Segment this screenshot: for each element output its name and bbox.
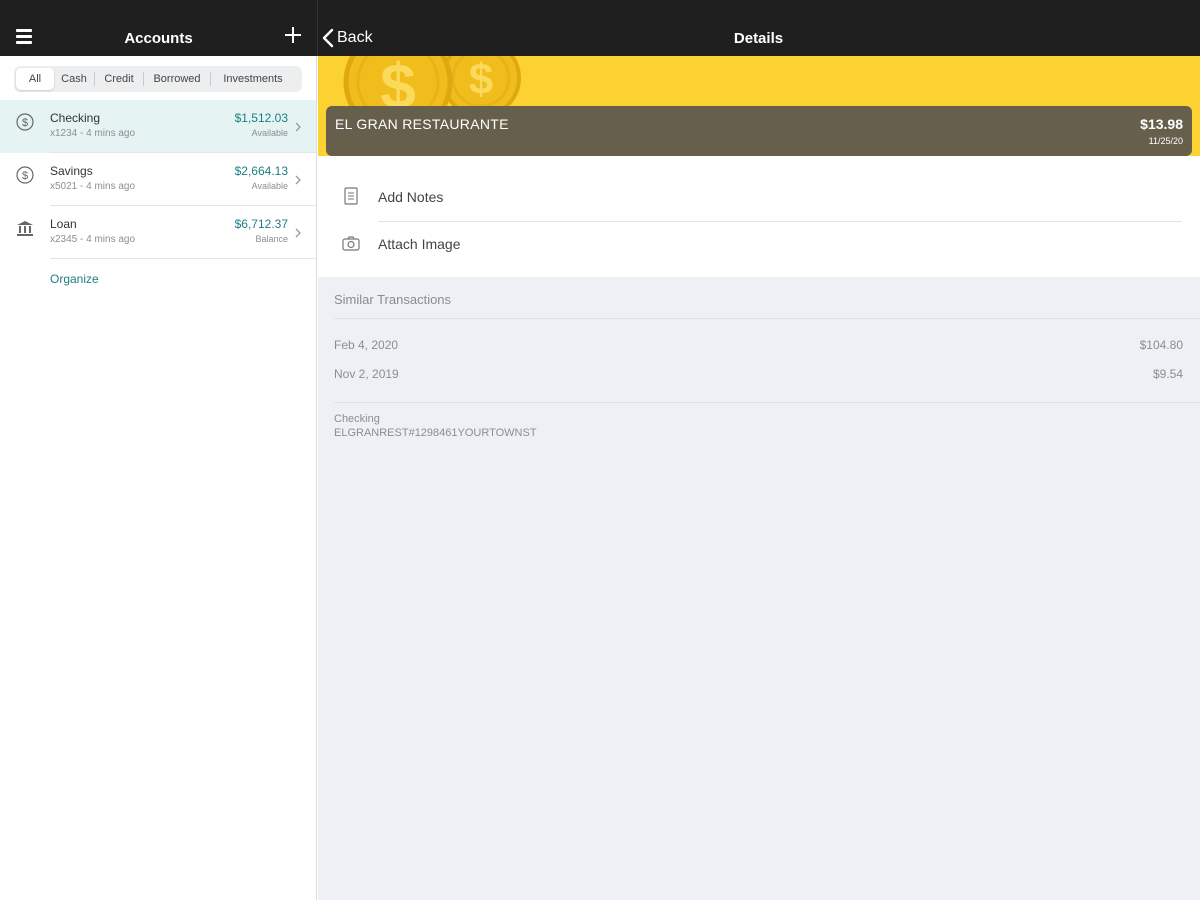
filter-credit[interactable]: Credit [95, 68, 143, 90]
transaction-merchant: EL GRAN RESTAURANTE [335, 116, 509, 132]
header-divider [317, 0, 318, 56]
account-amount: $6,712.37 [234, 217, 288, 231]
organize-link[interactable]: Organize [50, 272, 99, 286]
account-subtitle: x2345 - 4 mins ago [50, 234, 136, 245]
transaction-account-name: Checking [334, 413, 380, 425]
similar-transaction-amount: $104.80 [1139, 338, 1183, 352]
account-amount-label: Available [251, 181, 288, 191]
similar-transaction-date: Nov 2, 2019 [334, 367, 399, 381]
chevron-right-icon [295, 175, 301, 185]
account-row-checking[interactable]: $ Checking x1234 - 4 mins ago $1,512.03 … [0, 100, 316, 153]
account-name: Savings [50, 164, 93, 178]
accounts-pane: All Cash Credit Borrowed Investments $ C… [0, 56, 317, 900]
account-amount-label: Available [251, 128, 288, 138]
notes-icon [344, 187, 358, 205]
filter-cash[interactable]: Cash [54, 68, 94, 90]
transaction-description: ELGRANREST#1298461YOURTOWNST [334, 427, 537, 439]
transaction-banner: $ $ EL GRAN RESTAURANTE $13.98 11/25/20 [318, 56, 1200, 156]
details-title: Details [733, 30, 784, 47]
account-row-savings[interactable]: $ Savings x5021 - 4 mins ago $2,664.13 A… [0, 153, 316, 206]
transaction-actions: Add Notes Attach Image [318, 156, 1200, 277]
account-name: Loan [50, 217, 77, 231]
similar-transaction-row[interactable]: Feb 4, 2020 $104.80 [334, 338, 1183, 358]
top-bar: Accounts Back Details [0, 0, 1200, 56]
attach-image-button[interactable]: Attach Image [318, 221, 1200, 267]
account-name: Checking [50, 111, 101, 125]
section-divider [334, 402, 1200, 403]
details-pane: $ $ EL GRAN RESTAURANTE $13.98 11/25/20 … [318, 56, 1200, 900]
row-divider [50, 258, 316, 259]
account-filter-segmented-control: All Cash Credit Borrowed Investments [14, 66, 302, 92]
account-amount: $1,512.03 [234, 111, 288, 125]
dollar-circle-icon: $ [16, 113, 34, 131]
add-account-button[interactable] [282, 24, 304, 46]
similar-transaction-amount: $9.54 [1152, 367, 1183, 381]
filter-borrowed[interactable]: Borrowed [144, 68, 210, 90]
svg-text:$: $ [22, 117, 28, 129]
account-list: $ Checking x1234 - 4 mins ago $1,512.03 … [0, 100, 316, 259]
filter-investments[interactable]: Investments [211, 68, 295, 90]
attach-image-label: Attach Image [378, 236, 461, 252]
chevron-right-icon [295, 122, 301, 132]
transaction-account-info: Checking ELGRANREST#1298461YOURTOWNST [334, 412, 537, 440]
transaction-amount: $13.98 [1140, 116, 1183, 132]
transaction-card: EL GRAN RESTAURANTE $13.98 11/25/20 [326, 106, 1192, 156]
add-notes-button[interactable]: Add Notes [318, 174, 1200, 220]
svg-text:$: $ [469, 56, 493, 104]
accounts-title: Accounts [124, 30, 193, 47]
similar-transaction-row[interactable]: Nov 2, 2019 $9.54 [334, 367, 1183, 387]
svg-text:$: $ [22, 170, 28, 182]
filter-all[interactable]: All [16, 68, 54, 90]
similar-transaction-date: Feb 4, 2020 [334, 338, 399, 352]
similar-transactions-title: Similar Transactions [334, 292, 452, 307]
plus-icon [285, 27, 301, 43]
bank-icon [17, 221, 33, 236]
account-subtitle: x1234 - 4 mins ago [50, 128, 136, 139]
chevron-right-icon [295, 228, 301, 238]
camera-icon [342, 236, 360, 251]
add-notes-label: Add Notes [378, 189, 444, 205]
account-amount: $2,664.13 [234, 164, 288, 178]
account-subtitle: x5021 - 4 mins ago [50, 181, 136, 192]
transaction-date: 11/25/20 [1148, 136, 1183, 146]
dollar-circle-icon: $ [16, 166, 34, 184]
account-row-loan[interactable]: Loan x2345 - 4 mins ago $6,712.37 Balanc… [0, 206, 316, 259]
section-divider [334, 318, 1200, 319]
account-amount-label: Balance [255, 234, 288, 244]
